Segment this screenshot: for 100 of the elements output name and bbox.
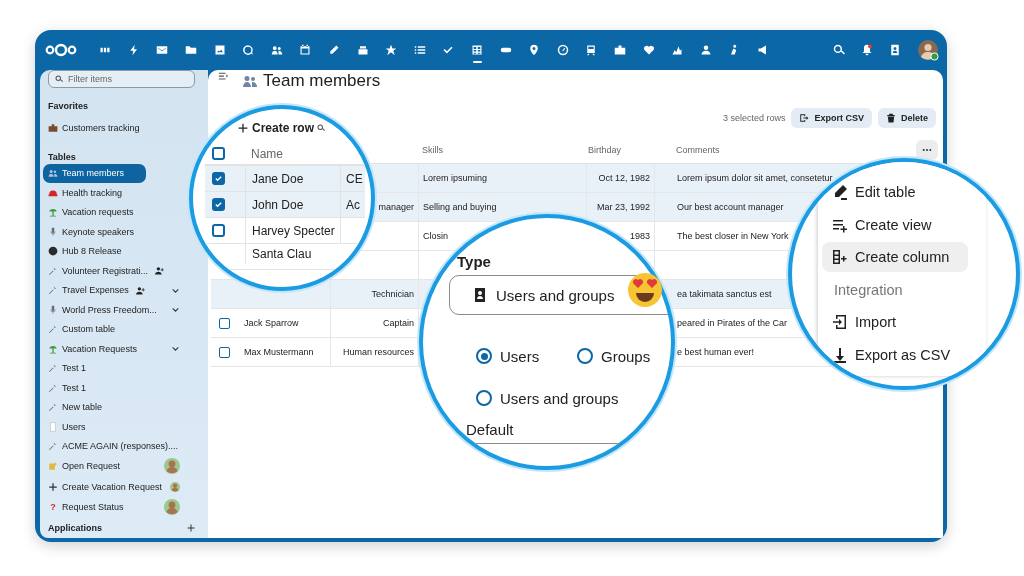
sidebar-item[interactable]: Travel Expenses (43, 280, 188, 300)
sidebar-item[interactable]: ? Request Status (43, 497, 188, 518)
list-icon[interactable] (413, 44, 426, 56)
sidebar-item[interactable]: Vacation requests (43, 202, 138, 222)
train-icon[interactable] (585, 44, 598, 56)
pin-icon[interactable] (528, 44, 541, 56)
sidebar-item[interactable]: Keynote speakers (43, 222, 139, 242)
radio-circle[interactable] (577, 348, 593, 364)
sidebar-item[interactable]: Volunteer Registrati... (43, 261, 169, 281)
sidebar-item[interactable]: Customers tracking (43, 118, 144, 138)
add-icon[interactable] (187, 523, 195, 532)
sidebar-item[interactable]: Hub 8 Release (43, 241, 126, 261)
row-checkbox[interactable] (219, 346, 230, 358)
trash-icon (886, 113, 896, 123)
menu-item[interactable]: Export as CSV (822, 339, 968, 370)
filter-field[interactable]: Filter items (48, 70, 195, 88)
star-icon[interactable] (385, 44, 398, 56)
megaphone-icon[interactable] (756, 44, 769, 56)
column-header: Name (251, 147, 283, 161)
sidebar-item[interactable]: New table (43, 397, 107, 417)
table-row[interactable]: Jane Doe CE (205, 166, 365, 192)
sidebar-item[interactable]: Open Request (43, 456, 188, 477)
table-cell: Santa Clau (252, 246, 312, 261)
people-icon (48, 168, 58, 179)
table-cell: Jane Doe (252, 171, 304, 186)
user-avatar[interactable] (917, 39, 939, 61)
sidebar-item[interactable]: Custom table (43, 319, 120, 339)
sidebar-item[interactable]: Team members (43, 163, 146, 183)
sidebar-item[interactable]: World Press Freedom... (43, 300, 188, 320)
table-icon[interactable] (471, 44, 483, 56)
radio-button[interactable]: Groups (577, 346, 671, 366)
section-heading: Tables (47, 150, 77, 163)
search-icon[interactable] (317, 124, 326, 132)
briefcase-icon[interactable] (614, 44, 626, 56)
chat-icon[interactable] (242, 44, 255, 56)
stack-icon[interactable] (356, 44, 369, 56)
table-cell: 1983 (629, 231, 650, 241)
section-heading: Applications (47, 521, 102, 534)
table-row[interactable]: Harvey Specter (205, 218, 365, 244)
logo-icon[interactable] (45, 43, 77, 57)
sidebar-item[interactable]: Vacation Requests (43, 339, 188, 359)
wrench-icon (48, 402, 58, 413)
check-icon[interactable] (442, 44, 455, 56)
menu-item[interactable]: Create column (822, 242, 968, 272)
table-cell: peared in Pirates of the Car (677, 318, 788, 328)
notifications-icon[interactable] (861, 44, 873, 56)
row-checkbox[interactable] (212, 172, 225, 185)
calendar-icon[interactable] (299, 44, 312, 56)
row-checkbox[interactable] (219, 317, 230, 329)
radio-circle[interactable] (476, 348, 492, 364)
radio-button[interactable]: Users (476, 346, 577, 366)
table-cell: e best human ever! (677, 347, 755, 357)
contacts-icon[interactable] (889, 44, 901, 56)
create-row-button[interactable]: Create row (238, 121, 315, 135)
more-button[interactable] (916, 140, 938, 160)
row-checkbox[interactable] (212, 198, 225, 211)
people-icon[interactable] (270, 44, 283, 56)
chevron-down-icon[interactable] (171, 344, 180, 354)
wrench-icon (48, 382, 58, 393)
search-icon[interactable] (833, 44, 845, 56)
radio-button[interactable]: Users and groups (476, 388, 671, 408)
page-title: Team members (263, 71, 381, 91)
more-icon (922, 148, 932, 152)
mail-icon[interactable] (156, 44, 169, 56)
column-header: Skills (422, 145, 443, 155)
people-icon (242, 73, 258, 89)
select-all-checkbox[interactable] (212, 146, 225, 160)
section-heading: Favorites (47, 100, 90, 112)
field-label: Type (457, 252, 491, 272)
radio-circle[interactable] (476, 390, 492, 406)
menu-section-heading: Integration (834, 281, 903, 298)
column-header: Comments (676, 145, 720, 155)
search-icon (55, 75, 63, 83)
sidebar-item[interactable]: Test 1 (43, 378, 90, 398)
row-checkbox[interactable] (212, 224, 225, 237)
sidebar-item[interactable]: Users (43, 417, 90, 437)
image-icon[interactable] (213, 44, 226, 56)
chevron-down-icon[interactable] (171, 305, 180, 315)
table-row[interactable]: John Doe Ac (205, 192, 365, 218)
sidebar-item[interactable]: ACME AGAIN (responses).... (43, 436, 183, 456)
heart-icon[interactable] (642, 44, 655, 56)
table-cell: The best closer in New York (677, 231, 789, 241)
chart-icon[interactable] (671, 44, 684, 56)
briefcase-icon (48, 122, 58, 133)
gauge-icon[interactable] (556, 44, 569, 56)
menu-item[interactable]: Import (822, 307, 968, 337)
delete-button[interactable]: Delete (878, 108, 936, 128)
bolt-icon[interactable] (127, 44, 140, 56)
pencil-icon[interactable] (328, 44, 341, 56)
sidebar-toggle-icon[interactable] (218, 71, 228, 81)
table-cell: Lorem ipsuming (423, 173, 488, 183)
table-row[interactable]: Santa Clau (205, 244, 340, 270)
sidebar-item[interactable]: Create Vacation Request (43, 476, 188, 497)
sidebar-item[interactable]: Test 1 (43, 358, 90, 378)
field-label: Default (466, 420, 514, 440)
export-button[interactable]: Export CSV (791, 108, 872, 128)
person-icon[interactable] (699, 44, 712, 56)
folder-icon[interactable] (185, 44, 198, 56)
sidebar-item[interactable]: Health tracking (43, 183, 127, 203)
table-cell: manager (378, 202, 414, 212)
